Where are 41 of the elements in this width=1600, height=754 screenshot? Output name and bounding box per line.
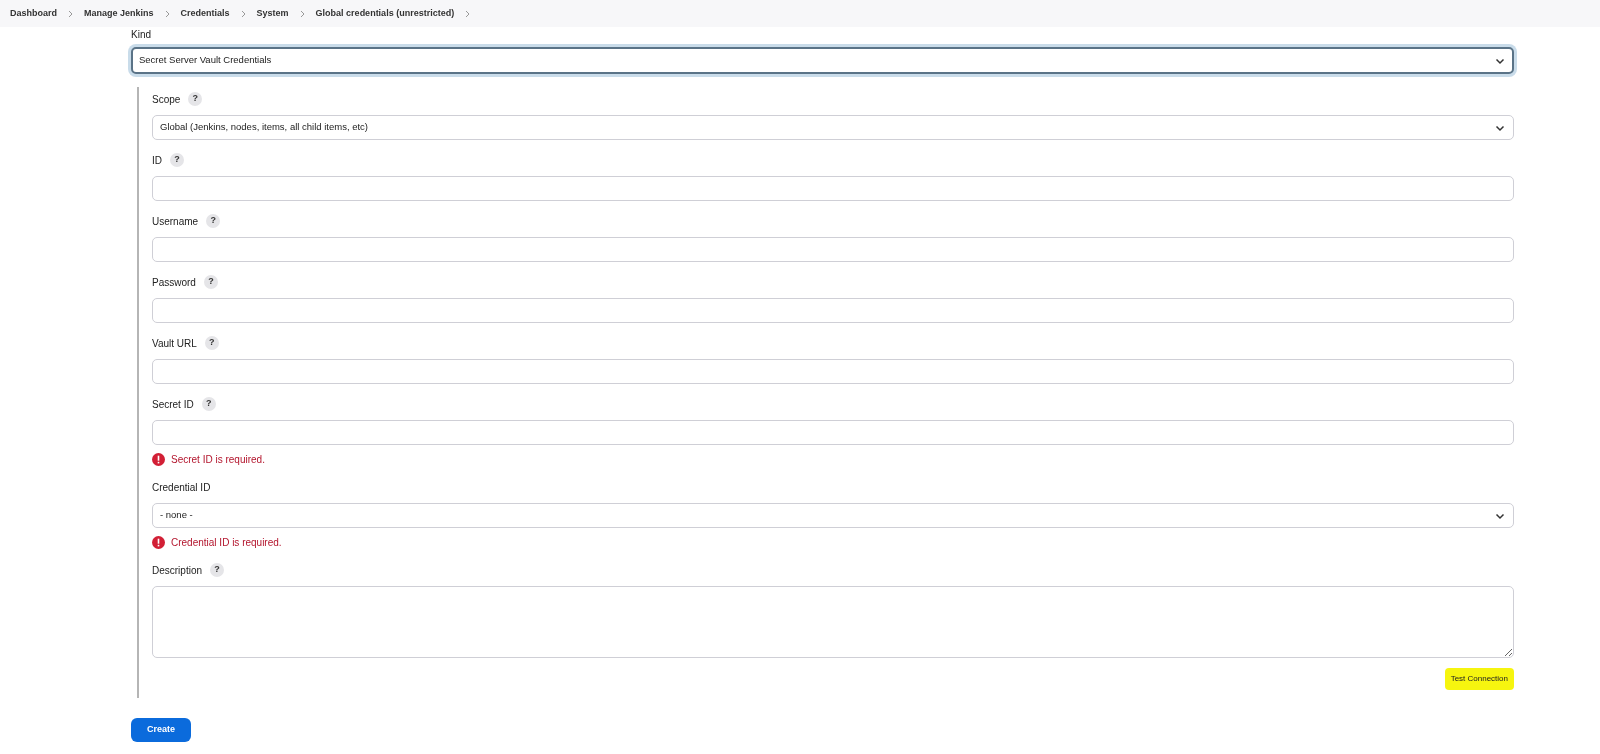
field-label: Password	[152, 275, 196, 290]
select-field[interactable]: - none -	[152, 503, 1514, 528]
create-button[interactable]: Create	[131, 718, 191, 742]
chevron-right-icon	[298, 9, 306, 18]
breadcrumb-link[interactable]: System	[256, 6, 289, 21]
error-icon	[152, 453, 165, 466]
field-label: Scope	[152, 92, 181, 107]
input-field[interactable]	[152, 176, 1514, 201]
help-button[interactable]: ?	[206, 214, 221, 228]
input-field[interactable]	[152, 359, 1514, 384]
error-message: Credential ID is required.	[171, 536, 282, 550]
chevron-right-icon	[239, 9, 247, 18]
field-label: Description	[152, 563, 203, 578]
help-button[interactable]: ?	[188, 92, 203, 106]
field-label: Secret ID	[152, 397, 194, 412]
breadcrumb-link[interactable]: Manage Jenkins	[84, 6, 154, 21]
breadcrumb-link[interactable]: Dashboard	[10, 6, 57, 21]
field-label: Username	[152, 214, 199, 229]
help-button[interactable]: ?	[201, 397, 216, 411]
test-connection-button[interactable]: Test Connection	[1444, 668, 1514, 690]
help-button[interactable]: ?	[210, 563, 225, 577]
chevron-right-icon	[464, 9, 472, 18]
breadcrumb-link[interactable]: Credentials	[180, 6, 230, 21]
help-button[interactable]: ?	[204, 336, 219, 350]
chevron-right-icon	[163, 9, 171, 18]
kind-select[interactable]: Secret Server Vault Credentials	[131, 47, 1514, 74]
field-label: Kind	[131, 28, 151, 42]
input-field[interactable]	[152, 298, 1514, 323]
field-label: ID	[152, 153, 162, 168]
help-button[interactable]: ?	[203, 275, 218, 289]
input-field[interactable]	[152, 237, 1514, 262]
textarea-field[interactable]	[152, 586, 1514, 658]
error-icon	[152, 536, 165, 549]
breadcrumb-link[interactable]: Global credentials (unrestricted)	[315, 6, 455, 21]
select-field[interactable]: Global (Jenkins, nodes, items, all child items, etc)	[152, 115, 1514, 140]
help-button[interactable]: ?	[170, 153, 184, 167]
error-message: Secret ID is required.	[171, 453, 265, 467]
chevron-right-icon	[67, 9, 74, 18]
field-label: Credential ID	[152, 480, 211, 495]
input-field[interactable]	[152, 420, 1514, 445]
field-label: Vault URL	[152, 336, 197, 351]
